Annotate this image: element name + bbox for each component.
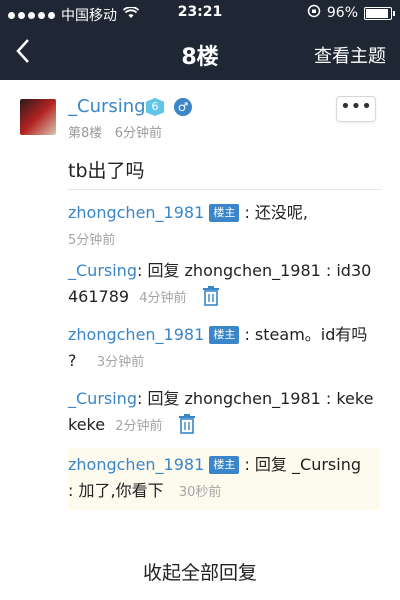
post-time: 6分钟前: [114, 126, 162, 141]
reply-text: : 还没呢,: [244, 203, 309, 222]
reply-time: 2分钟前: [115, 419, 163, 434]
level-badge: 6: [146, 98, 164, 116]
reply-item-highlighted[interactable]: zhongchen_1981 楼主 : 回复 _Cursing : 加了,你看下…: [68, 448, 380, 510]
reply-text-cont: ?: [68, 351, 77, 370]
reply-item[interactable]: _Cursing: 回复 zhongchen_1981 : keke keke …: [68, 386, 380, 442]
collapse-replies-button[interactable]: 收起全部回复: [0, 558, 400, 585]
status-bar: 中国移动 23:21 96%: [0, 0, 400, 26]
reply-author[interactable]: zhongchen_1981: [68, 455, 204, 474]
reply-author[interactable]: _Cursing: [68, 261, 137, 280]
reply-text-cont: : 加了,你看下: [68, 481, 164, 500]
post-meta: 第8楼 6分钟前: [68, 122, 162, 141]
reply-text-cont: 461789: [68, 287, 130, 306]
reply-item[interactable]: _Cursing: 回复 zhongchen_1981 : id30 46178…: [68, 258, 380, 314]
owner-badge: 楼主: [209, 326, 240, 344]
male-icon: ♂: [174, 98, 192, 116]
owner-badge: 楼主: [209, 204, 240, 222]
reply-author[interactable]: zhongchen_1981: [68, 325, 204, 344]
owner-badge: 楼主: [209, 456, 240, 474]
reply-item[interactable]: zhongchen_1981 楼主 : steam。id有吗 ? 3分钟前: [68, 322, 380, 376]
reply-text: : 回复 _Cursing: [244, 455, 361, 474]
battery-icon: [364, 6, 395, 20]
reply-author[interactable]: _Cursing: [68, 389, 137, 408]
reply-time: 5分钟前: [68, 233, 116, 248]
reply-text-cont: keke: [68, 415, 106, 434]
author-name[interactable]: _Cursing: [68, 96, 146, 117]
battery-percent: 96%: [326, 5, 358, 21]
reply-time: 3分钟前: [96, 355, 145, 370]
view-topic-link[interactable]: 查看主题: [314, 42, 386, 68]
trash-icon[interactable]: [178, 414, 196, 442]
reply-text: : steam。id有吗: [244, 325, 368, 344]
floor-label: 第8楼: [68, 126, 103, 141]
rotation-lock-icon: [307, 4, 321, 22]
reply-item[interactable]: zhongchen_1981 楼主 : 还没呢, 5分钟前: [68, 200, 380, 254]
avatar[interactable]: [20, 99, 56, 135]
reply-author[interactable]: zhongchen_1981: [68, 203, 204, 222]
nav-bar: 8楼 查看主题: [0, 26, 400, 80]
status-right: 96%: [307, 4, 395, 22]
reply-text: : 回复 zhongchen_1981 : id30: [136, 261, 372, 280]
trash-icon[interactable]: [202, 286, 220, 314]
divider: [68, 189, 382, 190]
more-button[interactable]: •••: [336, 96, 376, 122]
reply-time: 30秒前: [178, 485, 222, 500]
reply-text: : 回复 zhongchen_1981 : keke: [136, 389, 374, 408]
post-content: tb出了吗: [68, 160, 145, 182]
reply-time: 4分钟前: [139, 291, 187, 306]
